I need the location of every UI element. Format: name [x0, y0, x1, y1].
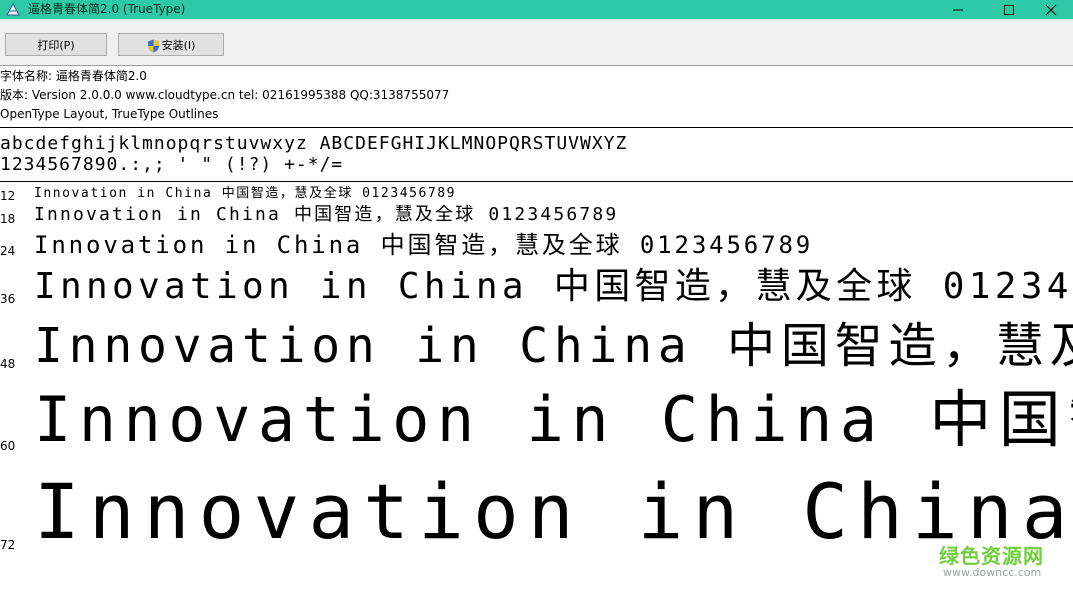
print-button[interactable]: 打印(P) — [5, 33, 107, 56]
toolbar: 打印(P) 安装(I) — [0, 19, 1073, 65]
minimize-icon — [953, 9, 963, 10]
charset-digits-punctuation: 1234567890.:,; ' " (!?) +-*/= — [0, 154, 344, 175]
sample-text: Innovation in China 中国智造，慧及全球 0123456789 — [34, 186, 457, 201]
sample-size-label: 72 — [0, 538, 16, 552]
sample-row-48: 48 Innovation in China 中国智造，慧及全球 0123456… — [0, 315, 1073, 379]
sample-text: Innovation in China 中国智造，慧及全球 0123456789 — [34, 467, 1073, 556]
sample-size-label: 24 — [0, 244, 16, 258]
sample-row-24: 24 Innovation in China 中国智造，慧及全球 0123456… — [0, 231, 1073, 263]
uac-shield-icon — [147, 39, 159, 53]
sample-row-72: 72 Innovation in China 中国智造，慧及全球 0123456… — [0, 466, 1073, 576]
watermark: 绿色资源网 www.downcc.com — [935, 540, 1065, 585]
maximize-icon — [1004, 4, 1014, 15]
close-button[interactable] — [1028, 0, 1073, 19]
sample-size-label: 36 — [0, 292, 16, 306]
maximize-button[interactable] — [986, 0, 1032, 19]
install-button-label: 安装(I) — [161, 39, 196, 52]
sample-text: Innovation in China 中国智造，慧及全球 0123456789 — [34, 266, 1073, 307]
print-button-label: 打印(P) — [37, 39, 75, 52]
font-type-line: OpenType Layout, TrueType Outlines — [0, 107, 219, 121]
sample-text: Innovation in China 中国智造，慧及全球 0123456789 — [34, 205, 619, 225]
sample-row-60: 60 Innovation in China 中国智造，慧及全球 0123456… — [0, 381, 1073, 463]
sample-text: Innovation in China 中国智造，慧及全球 0123456789 — [34, 318, 1073, 374]
sample-row-36: 36 Innovation in China 中国智造，慧及全球 0123456… — [0, 263, 1073, 313]
version-line: 版本: Version 2.0.0.0 www.cloudtype.cn tel… — [0, 88, 450, 102]
sample-size-label: 48 — [0, 357, 16, 371]
title-bar: 逼格青春体简2.0 (TrueType) — [0, 0, 1073, 19]
sample-row-18: 18 Innovation in China 中国智造，慧及全球 0123456… — [0, 205, 1073, 229]
install-button[interactable]: 安装(I) — [118, 33, 224, 56]
window-title: 逼格青春体简2.0 (TrueType) — [28, 2, 186, 16]
sample-text: Innovation in China 中国智造，慧及全球 0123456789 — [34, 383, 1073, 456]
sample-text: Innovation in China 中国智造，慧及全球 0123456789 — [34, 231, 814, 259]
sample-size-label: 60 — [0, 439, 16, 453]
close-icon — [1045, 4, 1057, 15]
charset-letters: abcdefghijklmnopqrstuvwxyz ABCDEFGHIJKLM… — [0, 133, 628, 154]
divider-line — [0, 127, 1073, 128]
sample-size-label: 12 — [0, 189, 16, 203]
sample-row-12: 12 Innovation in China 中国智造，慧及全球 0123456… — [0, 186, 1073, 204]
watermark-brand: 绿色资源网 — [939, 544, 1044, 568]
sample-size-label: 18 — [0, 212, 16, 226]
minimize-button[interactable] — [935, 0, 981, 19]
font-name-line: 字体名称: 逼格青春体简2.0 — [0, 69, 147, 83]
divider-line — [0, 181, 1073, 182]
font-viewer-app-icon — [6, 3, 20, 16]
watermark-url: www.downcc.com — [943, 566, 1042, 579]
toolbar-divider — [0, 65, 1073, 66]
